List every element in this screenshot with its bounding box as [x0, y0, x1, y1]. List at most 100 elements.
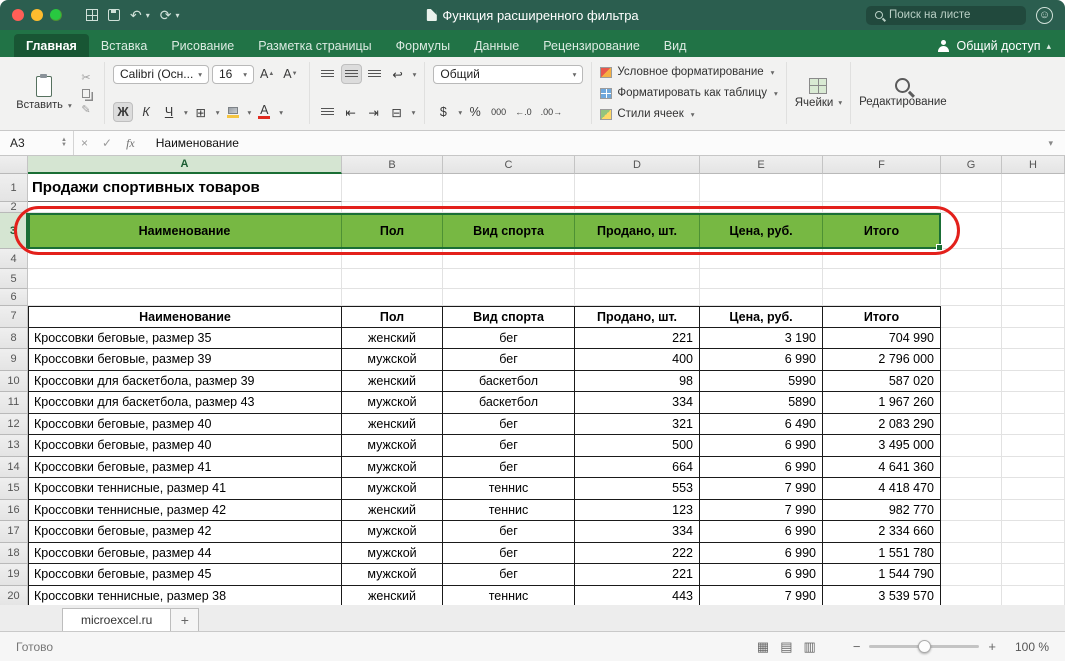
row-header-16[interactable]: 16	[0, 500, 28, 522]
zoom-level[interactable]: 100 %	[1005, 640, 1049, 654]
fill-color-chevron-icon[interactable]: ▾	[248, 108, 252, 117]
ribbon-tab-Рисование[interactable]: Рисование	[159, 34, 246, 57]
cell-D6[interactable]	[575, 289, 700, 306]
decrease-font-button[interactable]: A▼	[280, 64, 300, 84]
cell-A5[interactable]	[28, 269, 342, 289]
format-painter-button[interactable]: ✎	[76, 102, 96, 117]
cell-E18[interactable]: 6 990	[700, 543, 823, 565]
name-box[interactable]: A3 ▲▼	[0, 131, 74, 155]
cell-D8[interactable]: 221	[575, 328, 700, 350]
cell-F16[interactable]: 982 770	[823, 500, 941, 522]
cell-H7[interactable]	[1002, 306, 1065, 328]
cell-D11[interactable]: 334	[575, 392, 700, 414]
fill-color-button[interactable]	[223, 102, 243, 122]
cell-G4[interactable]	[941, 249, 1002, 269]
row-header-4[interactable]: 4	[0, 249, 28, 269]
cell-H5[interactable]	[1002, 269, 1065, 289]
cell-D1[interactable]	[575, 174, 700, 202]
underline-chevron-icon[interactable]: ▾	[184, 108, 188, 117]
cell-G5[interactable]	[941, 269, 1002, 289]
cell-G20[interactable]	[941, 586, 1002, 606]
cell-A4[interactable]	[28, 249, 342, 269]
row-header-15[interactable]: 15	[0, 478, 28, 500]
cell-C12[interactable]: бег	[443, 414, 575, 436]
cell-C18[interactable]: бег	[443, 543, 575, 565]
sheet-tab-microexcel.ru[interactable]: microexcel.ru	[62, 608, 171, 631]
zoom-in-button[interactable]: +	[988, 639, 996, 654]
cell-A18[interactable]: Кроссовки беговые, размер 44	[28, 543, 342, 565]
cell-B9[interactable]: мужской	[342, 349, 443, 371]
cell-H6[interactable]	[1002, 289, 1065, 306]
cell-A10[interactable]: Кроссовки для баскетбола, размер 39	[28, 371, 342, 393]
wrap-chevron-icon[interactable]: ▾	[413, 70, 417, 79]
cell-B12[interactable]: женский	[342, 414, 443, 436]
cell-C19[interactable]: бег	[443, 564, 575, 586]
ribbon-tab-Рецензирование[interactable]: Рецензирование	[531, 34, 652, 57]
cell-B8[interactable]: женский	[342, 328, 443, 350]
column-header-B[interactable]: B	[342, 156, 443, 174]
page-break-view-icon[interactable]: ▥	[804, 639, 816, 655]
row-header-8[interactable]: 8	[0, 328, 28, 350]
normal-view-icon[interactable]: ▦	[757, 639, 769, 655]
cell-A8[interactable]: Кроссовки беговые, размер 35	[28, 328, 342, 350]
cell-F10[interactable]: 587 020	[823, 371, 941, 393]
italic-button[interactable]: К	[136, 102, 156, 122]
cell-H20[interactable]	[1002, 586, 1065, 606]
cell-B16[interactable]: женский	[342, 500, 443, 522]
cell-G3[interactable]	[941, 213, 1002, 249]
cell-F8[interactable]: 704 990	[823, 328, 941, 350]
cell-H14[interactable]	[1002, 457, 1065, 479]
cell-F17[interactable]: 2 334 660	[823, 521, 941, 543]
cell-C2[interactable]	[443, 202, 575, 213]
row-header-11[interactable]: 11	[0, 392, 28, 414]
cell-C14[interactable]: бег	[443, 457, 575, 479]
cell-A1[interactable]: Продажи спортивных товаров	[28, 174, 342, 202]
cell-H4[interactable]	[1002, 249, 1065, 269]
cell-E19[interactable]: 6 990	[700, 564, 823, 586]
undo-icon[interactable]: ↶	[130, 7, 142, 24]
underline-button[interactable]: Ч	[159, 102, 179, 122]
editing-group[interactable]: Редактирование	[851, 62, 955, 124]
row-header-5[interactable]: 5	[0, 269, 28, 289]
column-header-C[interactable]: C	[443, 156, 575, 174]
cell-B4[interactable]	[342, 249, 443, 269]
cell-A19[interactable]: Кроссовки беговые, размер 45	[28, 564, 342, 586]
cell-styles-button[interactable]: Стили ячеек ▾	[600, 108, 694, 120]
cut-button[interactable]: ✂	[76, 70, 96, 85]
cell-H9[interactable]	[1002, 349, 1065, 371]
cell-B7[interactable]: Пол	[342, 306, 443, 328]
cell-G7[interactable]	[941, 306, 1002, 328]
cell-A12[interactable]: Кроссовки беговые, размер 40	[28, 414, 342, 436]
cell-H2[interactable]	[1002, 202, 1065, 213]
borders-chevron-icon[interactable]: ▾	[216, 108, 220, 117]
cell-D18[interactable]: 222	[575, 543, 700, 565]
cell-F6[interactable]	[823, 289, 941, 306]
cell-H8[interactable]	[1002, 328, 1065, 350]
cell-C5[interactable]	[443, 269, 575, 289]
font-name-select[interactable]: Calibri (Осн... ▾	[113, 65, 209, 84]
cell-A16[interactable]: Кроссовки теннисные, размер 42	[28, 500, 342, 522]
row-header-1[interactable]: 1	[0, 174, 28, 202]
cell-D10[interactable]: 98	[575, 371, 700, 393]
cell-E13[interactable]: 6 990	[700, 435, 823, 457]
zoom-slider[interactable]	[869, 645, 979, 648]
font-color-button[interactable]: А	[254, 102, 274, 122]
cell-B14[interactable]: мужской	[342, 457, 443, 479]
cell-B17[interactable]: мужской	[342, 521, 443, 543]
bold-button[interactable]: Ж	[113, 102, 133, 122]
cell-B2[interactable]	[342, 202, 443, 213]
cell-F11[interactable]: 1 967 260	[823, 392, 941, 414]
cell-E5[interactable]	[700, 269, 823, 289]
cell-H18[interactable]	[1002, 543, 1065, 565]
cell-D9[interactable]: 400	[575, 349, 700, 371]
ribbon-tab-Вставка[interactable]: Вставка	[89, 34, 159, 57]
decrease-decimal-button[interactable]: .00→	[538, 102, 566, 122]
row-header-19[interactable]: 19	[0, 564, 28, 586]
cell-D12[interactable]: 321	[575, 414, 700, 436]
row-header-6[interactable]: 6	[0, 289, 28, 306]
cell-C20[interactable]: теннис	[443, 586, 575, 606]
cell-E15[interactable]: 7 990	[700, 478, 823, 500]
cell-B3[interactable]: Пол	[342, 213, 443, 249]
align-top-button[interactable]	[318, 102, 338, 122]
cell-E12[interactable]: 6 490	[700, 414, 823, 436]
